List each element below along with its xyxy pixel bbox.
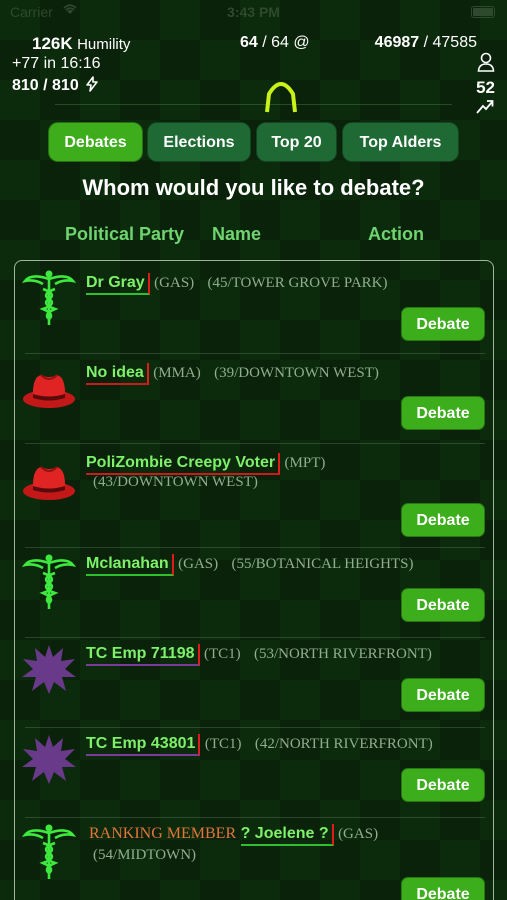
opponent-name[interactable]: TC Emp 43801 <box>86 734 201 756</box>
opponent-name[interactable]: Dr Gray <box>86 273 150 295</box>
caduceus-icon <box>21 551 77 611</box>
debate-button[interactable]: Debate <box>401 307 485 341</box>
list-item: TC Emp 43801 (TC1) (42/NORTH RIVERFRONT)… <box>15 727 493 817</box>
party-code: (GAS) <box>154 275 195 291</box>
opponent-name[interactable]: PoliZombie Creepy Voter <box>86 453 281 475</box>
list-item: TC Emp 71198 (TC1) (53/NORTH RIVERFRONT)… <box>15 637 493 727</box>
ward-info: (54/MIDTOWN) <box>93 847 197 863</box>
party-code: (TC1) <box>203 646 241 662</box>
energy-stat: 810 / 810 <box>12 76 99 95</box>
page-title: Whom would you like to debate? <box>82 175 425 200</box>
caduceus-icon <box>21 821 77 881</box>
player-level: 52 <box>476 78 495 97</box>
opponent-name[interactable]: Mclanahan <box>86 554 174 576</box>
lightning-bolt-icon <box>85 76 99 92</box>
debate-button[interactable]: Debate <box>401 768 485 802</box>
ward-info: (39/DOWNTOWN WEST) <box>214 365 379 381</box>
tab-elections[interactable]: Elections <box>147 122 251 162</box>
clock: 3:43 PM <box>227 4 280 20</box>
column-header-party: Political Party <box>65 224 185 244</box>
experience-stat: 46987 / 47585 <box>375 34 477 52</box>
debate-button[interactable]: Debate <box>401 877 485 900</box>
regen-timer: +77 in 16:16 <box>12 55 101 72</box>
hud-divider <box>55 104 452 105</box>
opponent-name[interactable]: TC Emp 71198 <box>86 644 200 666</box>
humility-value: 126K <box>32 34 73 53</box>
tab-debates[interactable]: Debates <box>48 122 143 162</box>
list-item: Dr Gray (GAS) (45/TOWER GROVE PARK) Deba… <box>15 261 493 353</box>
humility-stat: 126K Humility <box>32 34 130 54</box>
list-item: Mclanahan (GAS) (55/BOTANICAL HEIGHTS) D… <box>15 547 493 637</box>
ward-info: (55/BOTANICAL HEIGHTS) <box>231 556 414 572</box>
ward-info: (43/DOWNTOWN WEST) <box>93 474 258 490</box>
opponent-list[interactable]: Dr Gray (GAS) (45/TOWER GROVE PARK) Deba… <box>14 260 494 900</box>
opponent-name[interactable]: ? Joelene ? <box>240 824 334 846</box>
list-item: RANKING MEMBER ? Joelene ? (GAS) (54/MID… <box>15 817 493 900</box>
caduceus-icon <box>21 267 77 327</box>
red-fedora-icon <box>21 457 77 517</box>
party-code: (GAS) <box>178 556 219 572</box>
trending-up-icon[interactable] <box>476 98 494 114</box>
ward-info: (53/NORTH RIVERFRONT) <box>253 646 432 662</box>
party-code: (TC1) <box>204 736 242 752</box>
action-points-current: 64 <box>240 34 258 51</box>
debate-button[interactable]: Debate <box>401 396 485 430</box>
player-hud: 126K Humility +77 in 16:16 810 / 810 64 … <box>0 30 507 120</box>
red-fedora-icon <box>21 365 77 425</box>
column-header-action: Action <box>368 224 424 244</box>
tab-top-alders[interactable]: Top Alders <box>342 122 459 162</box>
tab-top-20[interactable]: Top 20 <box>256 122 337 162</box>
party-code: (MMA) <box>153 365 201 381</box>
list-item: No idea (MMA) (39/DOWNTOWN WEST) Debate <box>15 353 493 443</box>
status-bar: Carrier 3:43 PM <box>0 0 507 26</box>
purple-splat-icon <box>21 643 77 703</box>
purple-splat-icon <box>21 733 77 793</box>
ward-info: (45/TOWER GROVE PARK) <box>207 275 388 291</box>
opponent-name[interactable]: No idea <box>86 363 149 385</box>
profile-icon[interactable] <box>477 52 495 72</box>
list-item: PoliZombie Creepy Voter (MPT) (43/DOWNTO… <box>15 443 493 547</box>
debate-button[interactable]: Debate <box>401 503 485 537</box>
rank-title: RANKING MEMBER <box>89 825 237 842</box>
capitol-arch-icon <box>261 78 301 114</box>
debate-button[interactable]: Debate <box>401 678 485 712</box>
ward-info: (42/NORTH RIVERFRONT) <box>254 736 433 752</box>
column-header-name: Name <box>212 224 262 244</box>
party-code: (GAS) <box>338 826 379 842</box>
energy-value: 810 / 810 <box>12 77 79 94</box>
battery-icon <box>471 6 495 18</box>
action-points-stat: 64 / 64 @ <box>240 34 310 52</box>
action-points-max: / 64 @ <box>257 34 310 51</box>
humility-label: Humility <box>77 36 131 53</box>
xp-current: 46987 <box>374 34 420 51</box>
debate-button[interactable]: Debate <box>401 588 485 622</box>
xp-max: / 47585 <box>419 34 477 51</box>
party-code: (MPT) <box>284 455 326 471</box>
